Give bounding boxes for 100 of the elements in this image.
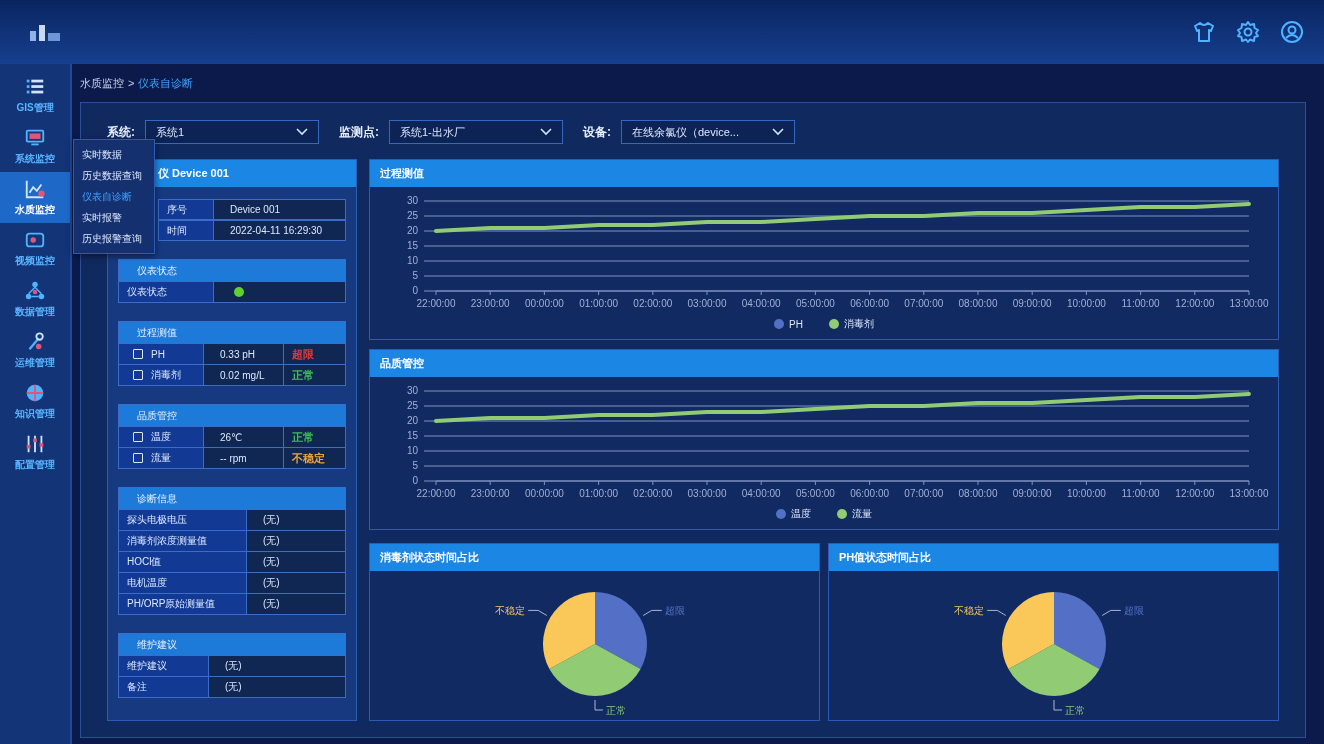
- axis-label: 01:00:00: [579, 488, 619, 499]
- axis-label: 12:00:00: [1175, 488, 1215, 499]
- axis-label: 0: [412, 475, 418, 486]
- nav-item[interactable]: 配置管理: [0, 427, 70, 478]
- axis-label: 06:00:00: [850, 488, 890, 499]
- checkbox[interactable]: [133, 370, 143, 380]
- legend-dot: [828, 319, 839, 329]
- network-icon: [24, 280, 46, 302]
- nav-label: GIS管理: [16, 101, 54, 115]
- dropdown[interactable]: 在线余氯仪（device...: [621, 120, 795, 144]
- table-cell: 消毒剂浓度测量值: [119, 531, 247, 551]
- nav-item[interactable]: 水质监控: [0, 172, 70, 223]
- table-cell: 备注: [119, 677, 209, 697]
- filter-label: 设备:: [583, 123, 611, 141]
- table-cell: (无): [209, 656, 345, 676]
- axis-label: 07:00:00: [904, 488, 944, 499]
- nav-item[interactable]: 知识管理: [0, 376, 70, 427]
- axis-label: 5: [412, 270, 418, 281]
- card-title: 过程测值: [370, 160, 1278, 187]
- axis-label: 02:00:00: [633, 488, 673, 499]
- axis-label: 23:00:00: [470, 488, 510, 499]
- user-icon[interactable]: [1280, 20, 1304, 44]
- table-cell: 维护建议: [119, 656, 209, 676]
- chart-icon: [24, 178, 46, 200]
- nav-label: 系统监控: [15, 152, 55, 166]
- axis-label: 09:00:00: [1012, 488, 1052, 499]
- axis-label: 10: [406, 255, 418, 266]
- axis-label: 03:00:00: [687, 488, 727, 499]
- table-cell: 电机温度: [119, 573, 247, 593]
- axis-label: 23:00:00: [470, 298, 510, 309]
- table-cell: 0.33 pH: [204, 344, 284, 364]
- submenu-item[interactable]: 实时报警: [74, 207, 154, 228]
- axis-label: 15: [406, 430, 418, 441]
- submenu-item[interactable]: 仪表自诊断: [74, 186, 154, 207]
- table-cell: 0.02 mg/L: [204, 365, 284, 385]
- axis-label: 13:00:00: [1229, 298, 1269, 309]
- legend-label: 温度: [791, 507, 811, 521]
- legend-label: PH: [789, 318, 803, 330]
- axis-label: 25: [406, 210, 418, 221]
- legend-dot: [837, 509, 847, 519]
- checkbox[interactable]: [133, 432, 143, 442]
- nav-item[interactable]: GIS管理: [0, 70, 70, 121]
- chevron-down-icon: [540, 128, 552, 136]
- nav-label: 知识管理: [15, 407, 55, 421]
- axis-label: 0: [412, 285, 418, 296]
- axis-label: 11:00:00: [1121, 488, 1160, 499]
- table-cell: -- rpm: [204, 448, 284, 468]
- axis-label: 22:00:00: [416, 488, 456, 499]
- section-title: 维护建议: [119, 634, 345, 655]
- table-cell: (无): [247, 531, 345, 551]
- legend-label: 流量: [852, 507, 872, 521]
- nav-item[interactable]: 视频监控: [0, 223, 70, 274]
- table-cell: (无): [247, 552, 345, 572]
- axis-label: 20: [406, 415, 418, 426]
- nav-item[interactable]: 系统监控: [0, 121, 70, 172]
- axis-label: 09:00:00: [1012, 298, 1052, 309]
- dropdown[interactable]: 系统1: [145, 120, 319, 144]
- sliders-icon: [24, 433, 46, 455]
- axis-label: 11:00:00: [1121, 298, 1160, 309]
- shirt-icon[interactable]: [1192, 20, 1216, 44]
- dropdown[interactable]: 系统1-出水厂: [389, 120, 563, 144]
- breadcrumb-link[interactable]: 水质监控: [80, 75, 124, 91]
- card-title: PH值状态时间占比: [829, 544, 1278, 571]
- card-title: 品质管控: [370, 350, 1278, 377]
- status-text: 正常: [292, 429, 314, 445]
- row-label: 流量: [151, 451, 171, 465]
- slice-label: 不稳定: [953, 604, 984, 616]
- axis-label: 03:00:00: [687, 298, 727, 309]
- nav-label: 数据管理: [15, 305, 55, 319]
- nav-item[interactable]: 运维管理: [0, 325, 70, 376]
- axis-label: 15: [406, 240, 418, 251]
- axis-label: 04:00:00: [741, 298, 781, 309]
- axis-label: 05:00:00: [795, 298, 835, 309]
- status-text: 不稳定: [292, 450, 325, 466]
- slice-label: 超限: [1123, 604, 1144, 616]
- table-cell: (无): [247, 510, 345, 530]
- checkbox[interactable]: [133, 453, 143, 463]
- slice-label: 正常: [605, 704, 626, 716]
- legend-label: 消毒剂: [843, 317, 874, 331]
- axis-label: 00:00:00: [524, 298, 564, 309]
- axis-label: 12:00:00: [1175, 298, 1215, 309]
- axis-label: 10: [406, 445, 418, 456]
- table-cell: Device 001: [214, 200, 345, 219]
- axis-label: 07:00:00: [904, 298, 944, 309]
- row-label: PH: [151, 348, 165, 360]
- breadcrumb-current: 仪表自诊断: [138, 75, 194, 91]
- table-cell: PH/ORP原始测量值: [119, 594, 247, 614]
- settings-icon[interactable]: [1236, 20, 1260, 44]
- nav-label: 运维管理: [15, 356, 55, 370]
- axis-label: 05:00:00: [795, 488, 835, 499]
- table-cell: (无): [247, 573, 345, 593]
- card-title: 消毒剂状态时间占比: [370, 544, 819, 571]
- section-title: 仪表状态: [119, 260, 345, 281]
- table-cell: (无): [209, 677, 345, 697]
- axis-label: 06:00:00: [850, 298, 890, 309]
- checkbox[interactable]: [133, 349, 143, 359]
- nav-item[interactable]: 数据管理: [0, 274, 70, 325]
- row-label: 消毒剂: [151, 368, 181, 382]
- section-title: 诊断信息: [119, 488, 345, 509]
- submenu-item[interactable]: 历史报警查询: [74, 228, 154, 249]
